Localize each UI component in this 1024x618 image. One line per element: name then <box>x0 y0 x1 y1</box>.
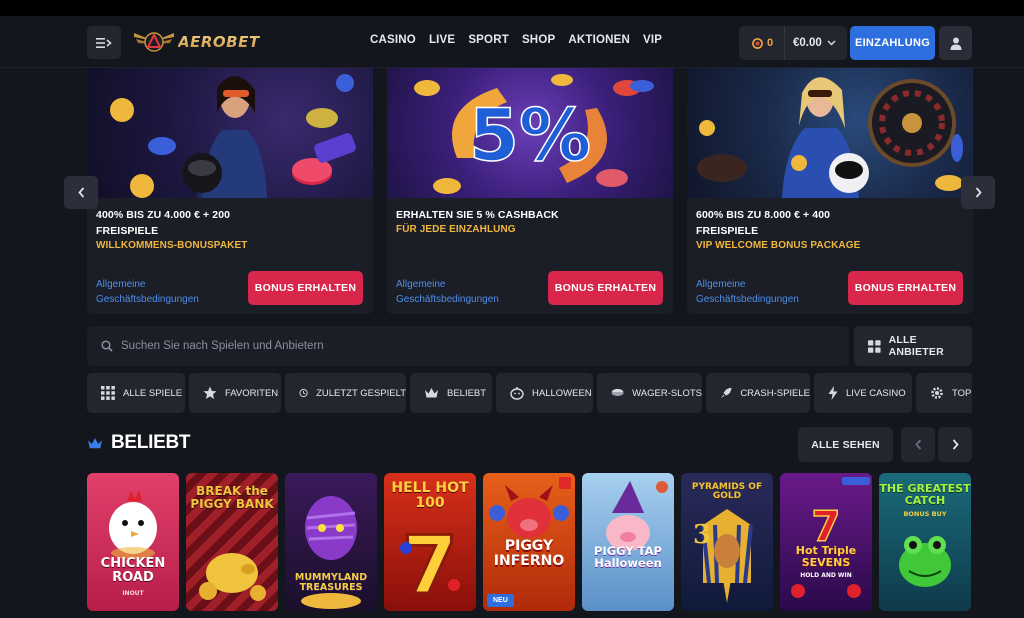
category-top[interactable]: TOP <box>916 373 972 413</box>
game-tile-piggy-inferno[interactable]: PIGGY INFERNO NEU <box>483 473 575 611</box>
grid-icon <box>101 386 115 400</box>
promo-image-vip-pilot <box>687 68 973 198</box>
games-next-button[interactable] <box>938 427 972 462</box>
bonus-button[interactable]: BONUS ERHALTEN <box>248 271 363 305</box>
svg-text:7: 7 <box>402 519 458 611</box>
chevron-right-icon <box>952 439 959 450</box>
pumpkin-icon <box>510 387 524 400</box>
all-providers-label: ALLE ANBIETER <box>888 334 944 358</box>
category-tabs: ALLE SPIELE FAVORITEN ZULETZT GESPIELT B… <box>87 373 972 413</box>
promo-card-cashback: 5% ERHALTEN SIE 5 % CASHBACK FÜR JEDE EI… <box>387 68 673 314</box>
lightning-icon <box>828 386 838 400</box>
coin-count: 0 <box>767 37 774 49</box>
balance-value: €0.00 <box>793 37 822 49</box>
logo-text: AEROBET <box>178 33 260 51</box>
bonus-button[interactable]: BONUS ERHALTEN <box>548 271 663 305</box>
chevron-left-icon <box>914 439 921 450</box>
game-tile-mummyland-treasures[interactable]: MUMMYLAND TREASURES <box>285 473 377 611</box>
category-crash-games[interactable]: CRASH-SPIELE <box>706 373 810 413</box>
nav-live[interactable]: LIVE <box>429 34 455 46</box>
promo-terms-link[interactable]: Allgemeine Geschäftsbedingungen <box>96 277 199 307</box>
crown-icon <box>88 437 102 448</box>
section-popular-heading: BELIEBT <box>87 432 190 454</box>
chevron-down-icon <box>827 40 836 46</box>
menu-icon <box>96 37 112 48</box>
triple-sevens-art-icon: 7 <box>791 477 870 598</box>
promo-card-welcome: 400% BIS ZU 4.000 € + 200 FREISPIELE WIL… <box>87 68 373 314</box>
game-tile-chicken-road[interactable]: CHICKEN ROAD INOUT <box>87 473 179 611</box>
section-title: BELIEBT <box>111 432 191 453</box>
category-live-casino[interactable]: LIVE CASINO <box>814 373 912 413</box>
history-icon <box>299 388 308 398</box>
game-tile-hell-hot-100[interactable]: HELL HOT 100 7 <box>384 473 476 611</box>
chevron-left-icon <box>77 187 84 198</box>
crown-icon <box>425 388 438 398</box>
game-search-bar[interactable] <box>87 326 849 366</box>
cashback-percent-art: 5% <box>469 93 591 177</box>
carousel-next-button[interactable] <box>961 176 995 209</box>
aerobet-logo[interactable]: AEROBET <box>132 24 260 60</box>
menu-toggle-button[interactable] <box>87 26 121 59</box>
promo-title: 400% BIS ZU 4.000 € + 200 FREISPIELE <box>96 209 231 237</box>
wallet-group: 0 €0.00 <box>739 26 847 60</box>
grid-icon <box>868 339 881 353</box>
category-all-games[interactable]: ALLE SPIELE <box>87 373 185 413</box>
game-tile-piggy-tap-halloween[interactable]: PIGGY TAP Halloween <box>582 473 674 611</box>
deposit-button[interactable]: EINZAHLUNG <box>850 26 935 60</box>
user-profile-button[interactable] <box>939 26 972 60</box>
promo-image-pilot <box>87 68 373 198</box>
game-tile-pyramids-of-gold[interactable]: PYRAMIDS OF GOLD 3 <box>681 473 773 611</box>
see-all-button[interactable]: ALLE SEHEN <box>798 427 893 462</box>
coin-icon <box>752 37 763 49</box>
category-halloween[interactable]: HALLOWEEN <box>496 373 593 413</box>
rocket-icon <box>720 387 732 399</box>
nav-casino[interactable]: CASINO <box>370 34 416 46</box>
promo-subtitle: VIP WELCOME BONUS PACKAGE <box>696 240 861 251</box>
category-recently-played[interactable]: ZULETZT GESPIELT <box>285 373 406 413</box>
piggy-witch-art-icon <box>606 481 668 551</box>
nav-vip[interactable]: VIP <box>643 34 662 46</box>
promo-subtitle: WILLKOMMENS-BONUSPAKET <box>96 240 248 251</box>
category-favorites[interactable]: FAVORITEN <box>189 373 281 413</box>
chip-icon <box>611 388 624 397</box>
user-icon <box>950 37 961 50</box>
nav-aktionen[interactable]: AKTIONEN <box>568 34 630 46</box>
promo-card-vip: 600% BIS ZU 8.000 € + 400 FREISPIELE VIP… <box>687 68 973 314</box>
games-prev-button[interactable] <box>901 427 935 462</box>
category-popular[interactable]: BELIEBT <box>410 373 492 413</box>
promo-terms-link[interactable]: Allgemeine Geschäftsbedingungen <box>696 277 799 307</box>
games-row: CHICKEN ROAD INOUT BREAK the PIGGY BANK … <box>87 473 973 613</box>
promo-subtitle: FÜR JEDE EINZAHLUNG <box>396 224 516 235</box>
carousel-prev-button[interactable] <box>64 176 98 209</box>
promo-image-cashback: 5% <box>387 68 673 198</box>
coin-counter[interactable]: 0 <box>739 26 785 60</box>
svg-text:3: 3 <box>693 520 711 550</box>
promo-terms-link[interactable]: Allgemeine Geschäftsbedingungen <box>396 277 499 307</box>
new-badge: NEU <box>487 594 514 607</box>
browser-top-strip <box>0 0 1024 16</box>
category-wager-slots[interactable]: WAGER-SLOTS <box>597 373 702 413</box>
site-header: AEROBET CASINO LIVE SPORT SHOP AKTIONEN … <box>0 16 1024 68</box>
star-icon <box>203 386 217 399</box>
chevron-right-icon <box>975 187 982 198</box>
bonus-button[interactable]: BONUS ERHALTEN <box>848 271 963 305</box>
main-nav: CASINO LIVE SPORT SHOP AKTIONEN VIP <box>370 34 675 46</box>
search-input[interactable] <box>121 340 721 352</box>
promo-title: ERHALTEN SIE 5 % CASHBACK <box>396 209 559 221</box>
balance-dropdown[interactable]: €0.00 <box>785 37 836 49</box>
nav-shop[interactable]: SHOP <box>522 34 555 46</box>
gear-icon <box>931 387 943 399</box>
all-providers-button[interactable]: ALLE ANBIETER <box>854 326 972 366</box>
logo-emblem-icon <box>132 25 176 59</box>
game-tile-break-the-piggy-bank[interactable]: BREAK the PIGGY BANK <box>186 473 278 611</box>
game-tile-hot-triple-sevens[interactable]: 7 Hot Triple SEVENS HOLD AND WIN <box>780 473 872 611</box>
search-icon <box>101 340 113 352</box>
game-tile-the-greatest-catch[interactable]: THE GREATEST CATCH BONUS BUY <box>879 473 971 611</box>
nav-sport[interactable]: SPORT <box>468 34 509 46</box>
promo-title: 600% BIS ZU 8.000 € + 400 FREISPIELE <box>696 209 831 237</box>
